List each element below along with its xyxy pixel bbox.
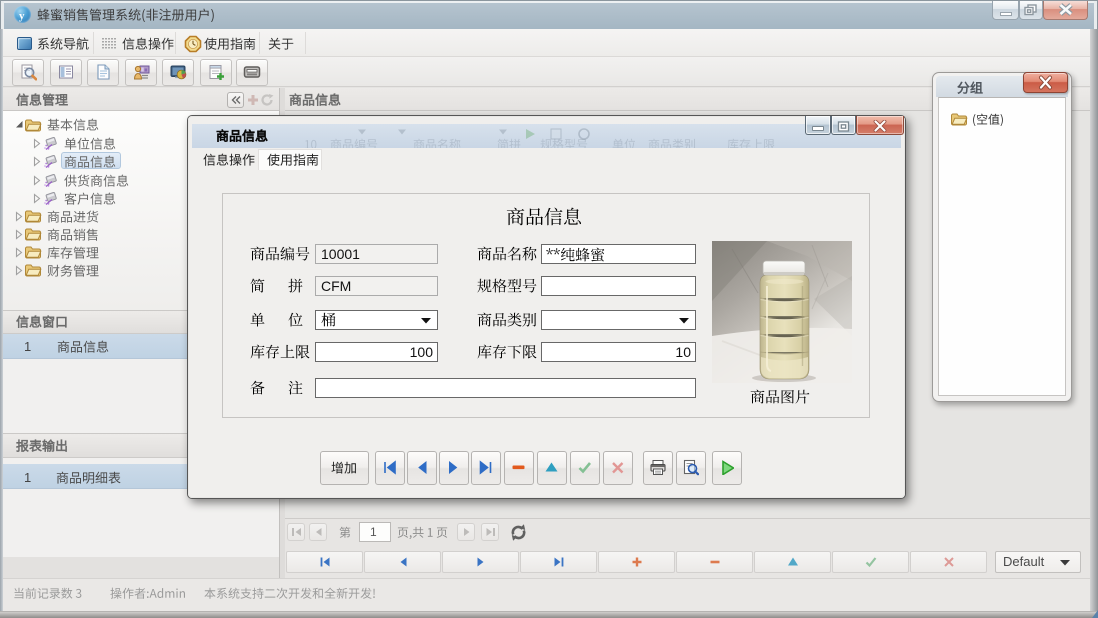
svg-text:y: y [19, 10, 25, 22]
